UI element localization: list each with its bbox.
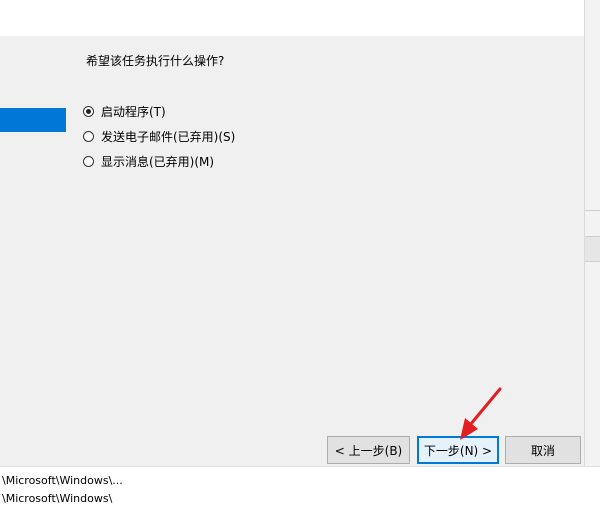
window-top-area	[0, 0, 584, 36]
radio-send-email[interactable]: 发送电子邮件(已弃用)(S)	[83, 128, 235, 144]
radio-button[interactable]	[83, 155, 94, 167]
radio-button-checked[interactable]	[83, 105, 94, 117]
back-button[interactable]: < 上一步(B)	[327, 436, 410, 464]
right-scrollbar[interactable]	[584, 0, 600, 470]
action-question: 希望该任务执行什么操作?	[86, 54, 225, 68]
radio-button[interactable]	[83, 130, 94, 142]
task-path-row[interactable]: \Microsoft\Windows\	[2, 492, 112, 505]
radio-start-program[interactable]: 启动程序(T)	[83, 103, 166, 119]
radio-label: 显示消息(已弃用)(M)	[101, 154, 215, 169]
scrollbar-divider	[585, 210, 600, 211]
cancel-button[interactable]: 取消	[505, 436, 581, 464]
wizard-step-selected[interactable]	[0, 108, 66, 132]
radio-label: 启动程序(T)	[101, 104, 166, 119]
next-button[interactable]: 下一步(N) >	[417, 436, 499, 464]
task-path-row[interactable]: \Microsoft\Windows\...	[2, 474, 123, 487]
radio-label: 发送电子邮件(已弃用)(S)	[101, 129, 236, 144]
scrollbar-thumb[interactable]	[585, 236, 600, 262]
dialog-body	[0, 36, 584, 466]
background-task-list: \Microsoft\Windows\... \Microsoft\Window…	[0, 466, 600, 505]
radio-show-message[interactable]: 显示消息(已弃用)(M)	[83, 153, 214, 169]
